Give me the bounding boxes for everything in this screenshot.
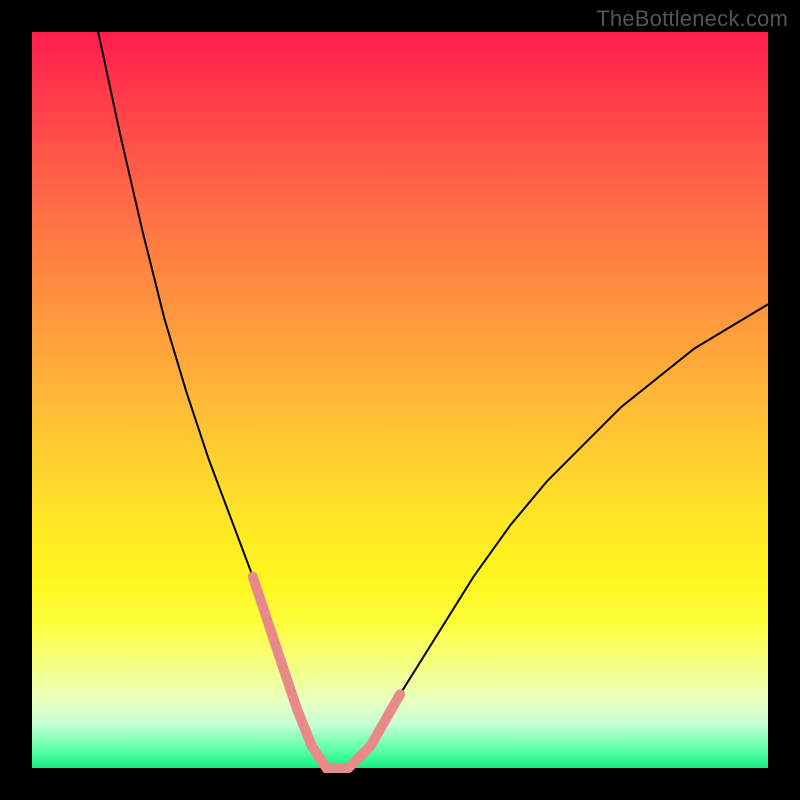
plot-area <box>32 32 768 768</box>
series-highlight-right <box>349 694 401 768</box>
watermark-text: TheBottleneck.com <box>596 6 788 32</box>
series-highlight-left <box>253 577 312 746</box>
chart-frame: TheBottleneck.com <box>0 0 800 800</box>
curve-layer <box>32 32 768 768</box>
series-highlight-bottom <box>312 746 349 768</box>
series-group <box>98 32 768 768</box>
series-curve <box>98 32 768 768</box>
